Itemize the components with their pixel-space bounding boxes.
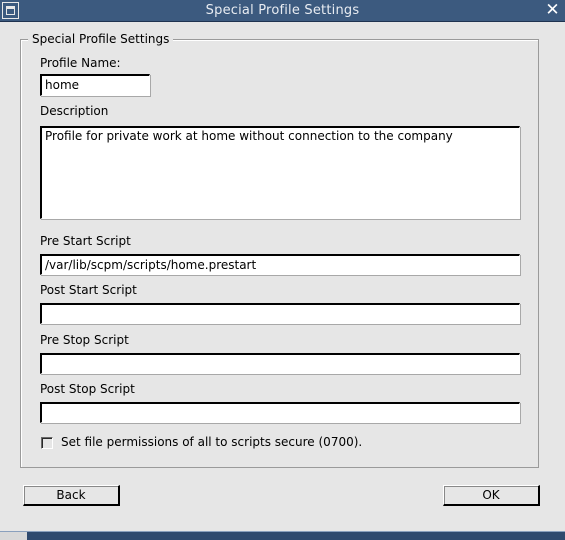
checkbox-icon[interactable] [41,437,53,449]
back-button[interactable]: Back [23,485,120,506]
pre-stop-script-input[interactable] [40,353,520,374]
pre-stop-script-label: Pre Stop Script [40,333,129,347]
post-stop-script-input[interactable] [40,402,520,423]
title-bar[interactable]: Special Profile Settings ✕ [0,0,565,22]
description-textarea[interactable]: Profile for private work at home without… [40,126,520,219]
profile-name-label: Profile Name: [40,56,121,70]
post-stop-script-label: Post Stop Script [40,382,135,396]
group-box-title: Special Profile Settings [28,32,174,46]
profile-name-input[interactable]: home [40,74,150,96]
pre-start-script-label: Pre Start Script [40,234,131,248]
window-title: Special Profile Settings [205,3,360,18]
post-start-script-input[interactable] [40,303,520,324]
post-start-script-label: Post Start Script [40,283,137,297]
close-icon[interactable]: ✕ [544,0,561,21]
pre-start-script-input[interactable]: /var/lib/scpm/scripts/home.prestart [40,254,520,275]
ok-button[interactable]: OK [443,485,540,506]
permissions-checkbox-label[interactable]: Set file permissions of all to scripts s… [61,435,362,449]
description-label: Description [40,104,109,118]
